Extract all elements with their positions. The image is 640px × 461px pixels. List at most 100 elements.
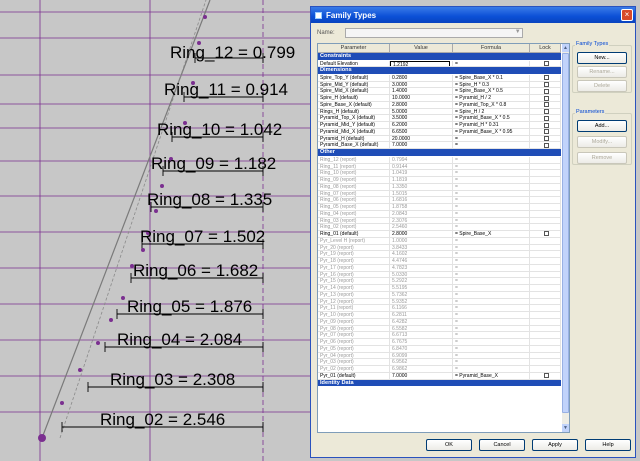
profile-point[interactable] bbox=[60, 401, 64, 405]
profile-point[interactable] bbox=[109, 318, 113, 322]
profile-point[interactable] bbox=[203, 15, 207, 19]
lock-checkbox[interactable] bbox=[543, 115, 549, 121]
parameter-formula[interactable]: = bbox=[453, 170, 530, 177]
parameter-value[interactable]: 1.3350 bbox=[390, 183, 453, 190]
parameter-formula[interactable]: = bbox=[453, 210, 530, 217]
parameter-value[interactable]: 6.9099 bbox=[390, 352, 453, 359]
parameter-formula[interactable]: = bbox=[453, 244, 530, 251]
parameter-formula[interactable]: = bbox=[453, 217, 530, 224]
ring-dimension-label[interactable]: Ring_08 = 1.335 bbox=[147, 190, 272, 210]
apply-button[interactable]: Apply bbox=[532, 439, 578, 451]
parameter-value[interactable]: 10.0000 bbox=[390, 95, 453, 101]
parameter-formula[interactable]: = bbox=[453, 339, 530, 345]
column-formula[interactable]: Formula bbox=[453, 44, 530, 52]
parameter-formula[interactable]: = bbox=[453, 305, 530, 312]
parameter-row[interactable]: Pyramid_Mid_X (default) 6.6500 = Pyramid_B… bbox=[318, 128, 561, 136]
parameter-value[interactable]: 4.1602 bbox=[390, 251, 453, 258]
parameter-row[interactable]: Ring_01 (default) 2.8000 = Spire_Base_X bbox=[318, 231, 561, 238]
lock-checkbox[interactable] bbox=[543, 122, 549, 128]
column-lock[interactable]: Lock bbox=[530, 44, 561, 52]
parameter-formula[interactable]: = bbox=[453, 190, 530, 197]
parameter-formula[interactable]: = Spire_H * 0.3 bbox=[453, 81, 530, 88]
parameter-row[interactable]: Spire_Mid_Y (default) 3.0000 = Spire_H * 0… bbox=[318, 81, 561, 89]
parameter-row[interactable]: Ring_03 (report) 2.3076 = bbox=[318, 217, 561, 225]
parameter-formula[interactable]: = bbox=[453, 298, 530, 305]
parameter-value[interactable]: 7.0000 bbox=[390, 142, 453, 149]
parameter-row[interactable]: Ring_02 (report) 2.5460 = bbox=[318, 224, 561, 232]
parameter-value[interactable]: 3.8433 bbox=[390, 244, 453, 251]
parameter-value[interactable]: 5.2922 bbox=[390, 278, 453, 285]
parameter-value[interactable]: 1.0419 bbox=[390, 170, 453, 177]
parameter-value[interactable]: 4.7823 bbox=[390, 264, 453, 271]
parameter-formula[interactable]: = bbox=[453, 156, 530, 163]
parameter-formula[interactable]: = bbox=[453, 352, 530, 359]
lock-checkbox[interactable] bbox=[543, 129, 549, 135]
parameter-formula[interactable]: = bbox=[453, 258, 530, 264]
ring-dimension-label[interactable]: Ring_04 = 2.084 bbox=[117, 330, 242, 350]
lock-checkbox[interactable] bbox=[543, 95, 549, 101]
parameter-formula[interactable]: = bbox=[453, 224, 530, 231]
parameter-value[interactable]: 1.4000 bbox=[390, 88, 453, 95]
parameter-value[interactable]: 0.9144 bbox=[390, 163, 453, 170]
parameter-row[interactable]: Pyr_11 (report) 6.1166 = bbox=[318, 305, 561, 313]
parameter-row[interactable]: Ring_04 (report) 2.0843 = bbox=[318, 210, 561, 218]
parameter-value[interactable]: 6.5582 bbox=[390, 325, 453, 332]
name-select[interactable]: ▼ bbox=[344, 28, 523, 38]
parameter-value[interactable]: 7.0000 bbox=[390, 372, 453, 379]
parameter-row[interactable]: Spire_Mid_X (default) 1.4000 = Spire_Base_… bbox=[318, 88, 561, 96]
rename-type-button[interactable]: Rename... bbox=[577, 66, 627, 78]
parameter-value[interactable]: 1.6816 bbox=[390, 197, 453, 204]
parameter-formula[interactable]: = bbox=[453, 60, 530, 67]
column-value[interactable]: Value bbox=[390, 44, 453, 52]
parameter-row[interactable]: Pyr_06 (report) 6.7675 = bbox=[318, 339, 561, 346]
parameter-row[interactable]: Pyr_01 (default) 7.0000 = Pyramid_Base_X bbox=[318, 372, 561, 380]
parameter-value[interactable]: 2.5460 bbox=[390, 224, 453, 231]
parameter-formula[interactable]: = bbox=[453, 312, 530, 318]
group-header[interactable]: Other bbox=[318, 149, 561, 157]
parameter-row[interactable]: Pyramid_Base_X (default) 7.0000 = bbox=[318, 142, 561, 150]
parameter-row[interactable]: Spire_Top_Y (default) 0.2800 = Spire_Base_… bbox=[318, 74, 561, 82]
parameter-formula[interactable]: = bbox=[453, 291, 530, 298]
profile-point[interactable] bbox=[121, 296, 125, 300]
parameter-formula[interactable]: = bbox=[453, 325, 530, 332]
parameter-value[interactable]: 20.0000 bbox=[390, 135, 453, 142]
parameter-formula[interactable]: = bbox=[453, 163, 530, 170]
parameter-formula[interactable]: = Pyramid_Top_X * 0.8 bbox=[453, 101, 530, 108]
ring-dimension-label[interactable]: Ring_02 = 2.546 bbox=[100, 410, 225, 430]
parameter-value[interactable]: 3.0000 bbox=[390, 81, 453, 88]
parameter-value[interactable]: 0.7994 bbox=[390, 156, 453, 163]
parameter-formula[interactable]: = Pyramid_Base_X bbox=[453, 372, 530, 379]
parameter-formula[interactable]: = bbox=[453, 359, 530, 366]
parameter-value[interactable]: 2.3076 bbox=[390, 217, 453, 224]
parameter-value[interactable]: 6.9562 bbox=[390, 359, 453, 366]
ring-dimension-label[interactable]: Ring_11 = 0.914 bbox=[164, 80, 288, 100]
parameter-row[interactable]: Pyr_10 (report) 6.2811 = bbox=[318, 312, 561, 319]
parameter-value[interactable]: 6.8470 bbox=[390, 345, 453, 352]
parameter-row[interactable]: Pyr_13 (report) 5.7362 = bbox=[318, 291, 561, 299]
parameter-row[interactable]: Ring_06 (report) 1.6816 = bbox=[318, 197, 561, 205]
parameter-row[interactable]: Spire_Base_X (default) 2.8000 = Pyramid_To… bbox=[318, 101, 561, 109]
parameter-row[interactable]: Pyr_08 (report) 6.5582 = bbox=[318, 325, 561, 333]
grid-scrollbar[interactable]: ▲ ▼ bbox=[562, 43, 570, 433]
scroll-thumb[interactable] bbox=[562, 53, 569, 413]
parameter-value[interactable]: 1.5015 bbox=[390, 190, 453, 197]
parameter-formula[interactable]: = Pyramid_Base_X * 0.95 bbox=[453, 128, 530, 135]
delete-type-button[interactable]: Delete bbox=[577, 80, 627, 92]
profile-point[interactable] bbox=[38, 434, 46, 442]
lock-checkbox[interactable] bbox=[543, 373, 549, 379]
new-type-button[interactable]: New... bbox=[577, 52, 627, 64]
parameter-row[interactable]: Pyr_17 (report) 4.7823 = bbox=[318, 264, 561, 272]
lock-checkbox[interactable] bbox=[543, 136, 549, 142]
parameter-value[interactable]: 6.4282 bbox=[390, 318, 453, 325]
parameter-formula[interactable]: = bbox=[453, 332, 530, 339]
parameter-row[interactable]: Default Elevation 1.2192 = bbox=[318, 60, 561, 68]
parameter-row[interactable]: Ring_12 (report) 0.7994 = bbox=[318, 156, 561, 164]
parameter-value[interactable]: 6.7675 bbox=[390, 339, 453, 345]
parameter-formula[interactable]: = bbox=[453, 251, 530, 258]
parameter-value[interactable]: 0.2800 bbox=[390, 74, 453, 81]
parameter-formula[interactable]: = bbox=[453, 197, 530, 204]
ring-dimension-label[interactable]: Ring_05 = 1.876 bbox=[127, 297, 252, 317]
parameter-value[interactable]: 6.9862 bbox=[390, 366, 453, 372]
dialog-titlebar[interactable]: Family Types bbox=[311, 7, 635, 23]
parameter-value[interactable]: 5.9352 bbox=[390, 298, 453, 305]
